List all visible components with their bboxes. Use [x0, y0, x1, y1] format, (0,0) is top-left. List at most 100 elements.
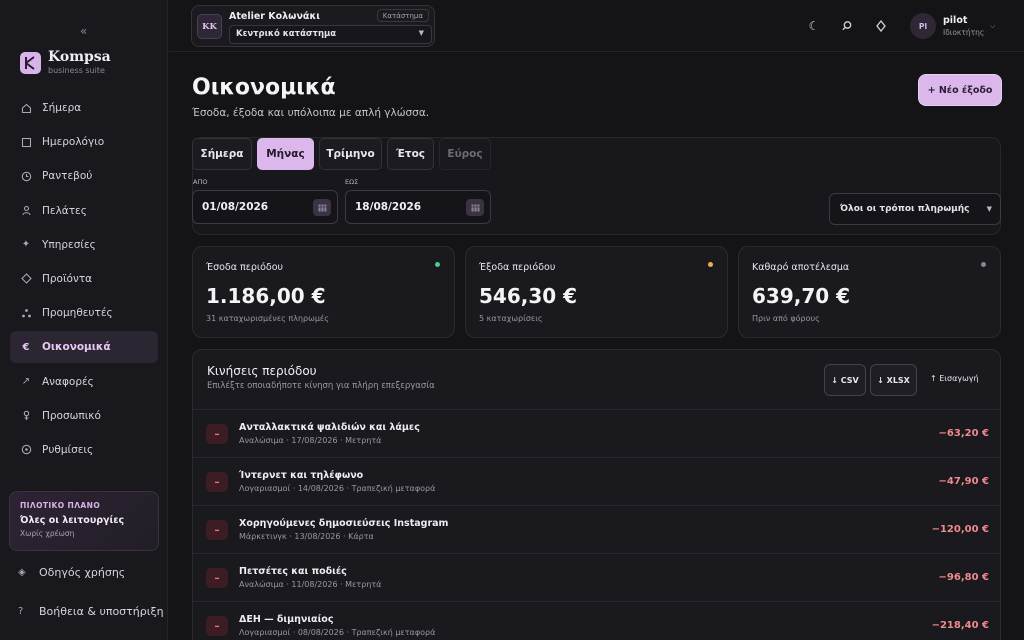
- from-date-value: 01/08/2026: [202, 201, 269, 213]
- sidebar-item-today[interactable]: Σήμερα: [10, 92, 158, 124]
- user-name[interactable]: pilot: [943, 15, 967, 26]
- collapse-sidebar-button[interactable]: «: [80, 24, 87, 38]
- from-label: ΑΠΟ: [193, 178, 208, 186]
- row-meta: Αναλώσιμα · 17/08/2026 · Μετρητά: [239, 436, 382, 445]
- calendar-icon[interactable]: [466, 199, 484, 216]
- tab-quarter[interactable]: Τρίμηνο: [319, 138, 382, 170]
- import-button[interactable]: ↑ Εισαγωγή: [930, 374, 979, 383]
- sidebar-item-label: Σήμερα: [42, 102, 82, 114]
- sidebar: « Kompsa business suite Σήμερα Ημερολόγι…: [0, 0, 168, 640]
- new-expense-button[interactable]: + Νέο έξοδο: [919, 75, 1001, 105]
- user-role: Ιδιοκτήτης: [943, 28, 985, 37]
- moon-icon[interactable]: ☾: [807, 19, 821, 33]
- store-badge: Κατάστημα: [376, 9, 429, 22]
- chevron-down-icon[interactable]: ⌵: [990, 22, 995, 31]
- row-meta: Λογαριασμοί · 08/08/2026 · Τραπεζική μετ…: [239, 628, 436, 637]
- sparkle-icon: ✦: [21, 239, 31, 251]
- store-avatar: KK: [197, 14, 222, 39]
- sidebar-item-products[interactable]: Προϊόντα: [10, 263, 158, 295]
- status-dot: [435, 262, 440, 267]
- sidebar-item-appointments[interactable]: Ραντεβού: [10, 160, 158, 192]
- status-dot: [981, 262, 986, 267]
- row-amount: −47,90 €: [938, 476, 989, 487]
- topbar: KK Atelier Κολωνάκι Κατάστημα Κεντρικό κ…: [169, 0, 1024, 52]
- user-avatar[interactable]: PI: [910, 13, 936, 39]
- sidebar-item-finance[interactable]: € Οικονομικά: [10, 331, 158, 364]
- question-icon: ?: [18, 606, 24, 617]
- euro-icon: €: [22, 341, 30, 353]
- chevron-down-icon: ▼: [418, 29, 424, 37]
- row-amount: −96,80 €: [938, 572, 989, 583]
- to-label: ΕΩΣ: [345, 178, 359, 186]
- brand[interactable]: Kompsa business suite: [20, 50, 111, 75]
- calendar-icon[interactable]: [313, 199, 331, 216]
- expense-badge: –: [206, 472, 228, 492]
- sidebar-nav: Σήμερα Ημερολόγιο Ραντεβού Πελάτες ✦ Υπη…: [10, 92, 158, 468]
- section-title: Κινήσεις περιόδου: [207, 364, 317, 378]
- card-note: 5 καταχωρίσεις: [479, 314, 543, 323]
- sidebar-item-label: Ρυθμίσεις: [42, 443, 94, 456]
- to-date-input[interactable]: 18/08/2026: [345, 190, 491, 224]
- table-row[interactable]: – Ανταλλακτικά ψαλιδιών και λάμες Αναλώσ…: [193, 409, 1000, 457]
- sidebar-item-settings[interactable]: Ρυθμίσεις: [10, 434, 158, 466]
- store-switcher: KK Atelier Κολωνάκι Κατάστημα Κεντρικό κ…: [191, 5, 435, 47]
- table-row[interactable]: – Ίντερνετ και τηλέφωνο Λογαριασμοί · 14…: [193, 457, 1000, 505]
- sidebar-item-label: Ραντεβού: [42, 170, 93, 183]
- net-result-card: Καθαρό αποτέλεσμα 639,70 € Πριν από φόρο…: [738, 246, 1001, 338]
- table-row[interactable]: – ΔΕΗ — διμηνιαίος Λογαριασμοί · 08/08/2…: [193, 601, 1000, 640]
- tab-range[interactable]: Εύρος: [439, 138, 491, 170]
- store-select[interactable]: Κεντρικό κατάστημα ▼: [229, 25, 432, 44]
- sidebar-item-label: Προϊόντα: [42, 272, 93, 285]
- sidebar-item-label: Αναφορές: [42, 375, 94, 388]
- plan-card[interactable]: ΠΙΛΟΤΙΚΟ ΠΛΑΝΟ Όλες οι λειτουργίες Χωρίς…: [9, 491, 159, 551]
- row-meta: Μάρκετινγκ · 13/08/2026 · Κάρτα: [239, 532, 374, 541]
- store-name: Atelier Κολωνάκι: [229, 11, 320, 22]
- card-note: Πριν από φόρους: [752, 314, 820, 323]
- calendar-icon: [20, 136, 32, 148]
- expense-badge: –: [206, 424, 228, 444]
- sidebar-item-services[interactable]: ✦ Υπηρεσίες: [10, 229, 158, 261]
- user-icon: [20, 205, 32, 217]
- staff-icon: [20, 410, 32, 422]
- search-icon[interactable]: [840, 19, 854, 33]
- tab-year[interactable]: Έτος: [387, 138, 434, 170]
- brand-subtitle: business suite: [48, 66, 105, 75]
- sidebar-item-calendar[interactable]: Ημερολόγιο: [10, 126, 158, 158]
- from-date-input[interactable]: 01/08/2026: [192, 190, 338, 224]
- user-guide-link[interactable]: ◈ Οδηγός χρήσης: [18, 566, 125, 579]
- chevron-down-icon: ▼: [986, 205, 992, 213]
- tab-today[interactable]: Σήμερα: [192, 138, 252, 170]
- sidebar-item-clients[interactable]: Πελάτες: [10, 195, 158, 227]
- sidebar-item-label: Προμηθευτές: [42, 307, 113, 320]
- expense-badge: –: [206, 568, 228, 588]
- card-value: 546,30 €: [479, 284, 578, 308]
- sidebar-item-suppliers[interactable]: Προμηθευτές: [10, 297, 158, 329]
- expense-badge: –: [206, 520, 228, 540]
- sidebar-item-label: Υπηρεσίες: [42, 238, 96, 251]
- trend-icon: ↗: [21, 376, 31, 387]
- diamond-icon[interactable]: [874, 19, 888, 33]
- row-title: Ανταλλακτικά ψαλιδιών και λάμες: [239, 422, 420, 433]
- sidebar-item-staff[interactable]: Προσωπικό: [10, 400, 158, 432]
- export-xlsx-button[interactable]: ↓ XLSX: [870, 364, 917, 396]
- clock-icon: [20, 170, 32, 182]
- sidebar-item-label: Ημερολόγιο: [42, 136, 105, 149]
- plan-title: Όλες οι λειτουργίες: [20, 515, 125, 526]
- export-csv-button[interactable]: ↓ CSV: [824, 364, 866, 396]
- payment-method-select[interactable]: Όλοι οι τρόποι πληρωμής ▼: [829, 193, 1001, 225]
- row-amount: −63,20 €: [938, 428, 989, 439]
- table-row[interactable]: – Χορηγούμενες δημοσιεύσεις Instagram Μά…: [193, 505, 1000, 553]
- sidebar-item-reports[interactable]: ↗ Αναφορές: [10, 366, 158, 398]
- help-link[interactable]: ? Βοήθεια & υποστήριξη: [18, 605, 164, 618]
- sidebar-item-label: Πελάτες: [42, 204, 87, 217]
- period-transactions: Κινήσεις περιόδου Επιλέξτε οποιαδήποτε κ…: [192, 349, 1001, 640]
- row-title: Χορηγούμενες δημοσιεύσεις Instagram: [239, 518, 449, 529]
- user-guide-label: Οδηγός χρήσης: [39, 566, 126, 579]
- card-label: Έσοδα περιόδου: [206, 262, 284, 273]
- expenses-card: Έξοδα περιόδου 546,30 € 5 καταχωρίσεις: [465, 246, 728, 338]
- expense-badge: –: [206, 616, 228, 636]
- brand-name: Kompsa: [48, 49, 111, 65]
- table-row[interactable]: – Πετσέτες και ποδιές Αναλώσιμα · 11/08/…: [193, 553, 1000, 601]
- to-date-value: 18/08/2026: [355, 201, 422, 213]
- tab-month[interactable]: Μήνας: [257, 138, 314, 170]
